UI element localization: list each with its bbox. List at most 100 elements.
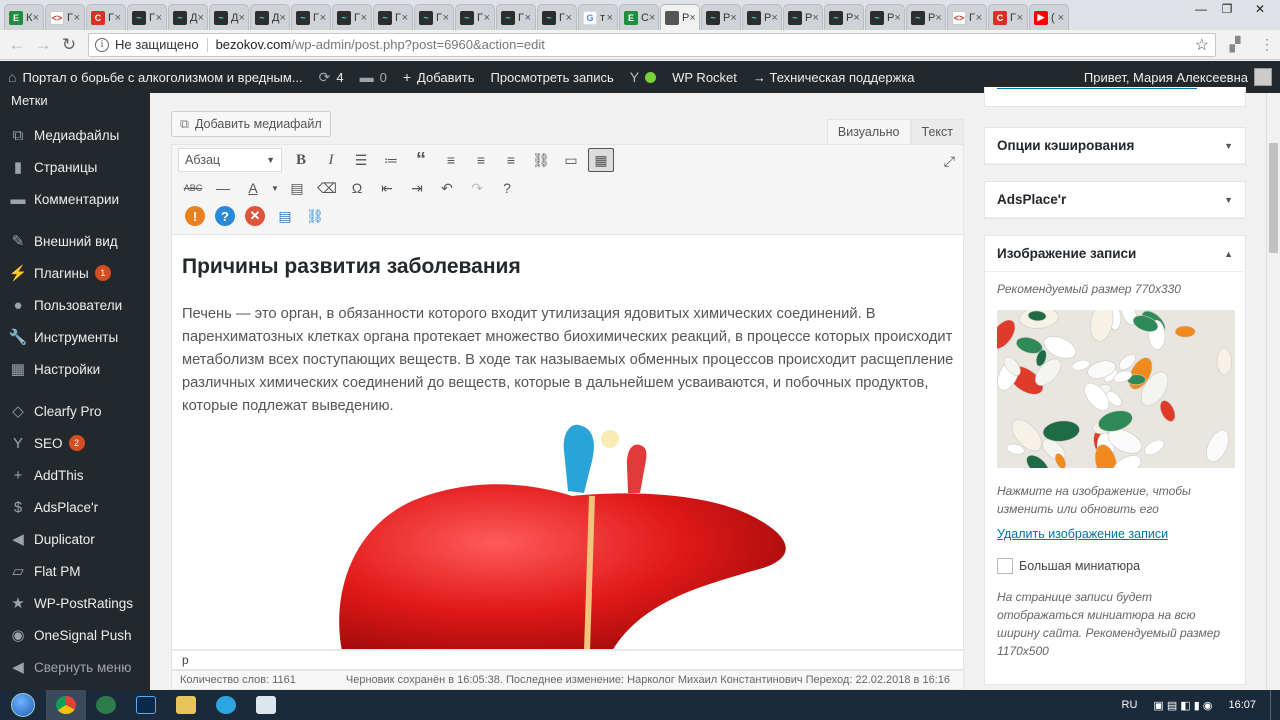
tab-close-icon[interactable]: × [402,12,408,24]
menu-item-plugins[interactable]: ⚡ Плагины 1 [0,257,150,289]
toolbar-toggle-icon[interactable]: ▦ [588,148,614,172]
menu-item-settings[interactable]: ▦ Настройки [0,353,150,385]
minimize-icon[interactable]: — [1188,0,1214,18]
taskbar-telegram[interactable] [206,690,246,720]
menu-item-clearfy[interactable]: ◇ Clearfy Pro [0,395,150,427]
browser-tab[interactable]: ~ Г × [414,4,454,30]
numbered-list-icon[interactable]: ≔ [376,148,406,172]
bookmark-star-icon[interactable]: ☆ [1195,35,1209,55]
start-button[interactable] [0,693,46,717]
scrollbar-thumb[interactable] [1269,143,1278,253]
tab-close-icon[interactable]: × [566,12,572,24]
text-color-dropdown-icon[interactable]: ▼ [268,176,282,200]
extension-icon[interactable]: ▞ [1222,36,1248,53]
tab-close-icon[interactable]: × [935,12,941,24]
tab-close-icon[interactable]: × [238,12,244,24]
indent-icon[interactable]: ⇥ [402,176,432,200]
menu-item-onesignal[interactable]: ◉ OneSignal Push [0,619,150,651]
support-link[interactable]: → Техническая поддержка [745,61,923,93]
tab-close-icon[interactable]: × [607,12,613,24]
browser-tab[interactable]: ~ Г × [373,4,413,30]
align-right-icon[interactable]: ≡ [496,148,526,172]
tab-close-icon[interactable]: × [320,12,326,24]
question-icon[interactable]: ? [215,206,235,226]
tab-close-icon[interactable]: × [361,12,367,24]
taskbar-explorer[interactable] [166,690,206,720]
browser-tab[interactable]: ~ Г × [496,4,536,30]
outdent-icon[interactable]: ⇤ [372,176,402,200]
menu-item-flatpm[interactable]: ▱ Flat PM [0,555,150,587]
view-post-link[interactable]: Просмотреть запись [482,61,621,93]
tab-close-icon[interactable]: × [689,12,695,24]
editor-content[interactable]: Причины развития заболевания Печень — эт… [171,234,964,650]
align-left-icon[interactable]: ≡ [436,148,466,172]
comments-link[interactable]: ▬ 0 [352,61,395,93]
browser-tab[interactable]: C Г × [988,4,1028,30]
browser-menu-icon[interactable]: ⋮ [1254,36,1280,53]
tab-close-icon[interactable]: × [649,12,655,24]
reload-icon[interactable]: ↻ [56,32,82,58]
warning-icon[interactable]: ! [185,206,205,226]
browser-tab[interactable]: ~ Р × [701,4,741,30]
help-icon[interactable]: ? [492,176,522,200]
browser-tab[interactable]: ~ Р × [824,4,864,30]
format-select[interactable]: Абзац ▼ [178,148,282,172]
browser-tab[interactable]: E К × [4,4,44,30]
bold-button[interactable]: B [286,148,316,172]
tab-close-icon[interactable]: × [771,12,777,24]
chain-link-icon[interactable]: ⛓ [300,204,330,228]
strikethrough-icon[interactable]: ABC [178,176,208,200]
browser-tab[interactable]: ~ Д × [209,4,249,30]
tab-close-icon[interactable]: × [33,12,39,24]
paste-text-icon[interactable]: ▤ [282,176,312,200]
taskbar-photoshop[interactable] [126,690,166,720]
redo-icon[interactable]: ↷ [462,176,492,200]
link-icon[interactable]: ⛓ [526,148,556,172]
show-desktop-button[interactable] [1270,690,1280,720]
tab-close-icon[interactable]: × [1058,12,1064,24]
menu-item-duplicator[interactable]: ◀ Duplicator [0,523,150,555]
back-icon[interactable]: ← [4,32,30,58]
browser-tab[interactable]: ~ Р × [783,4,823,30]
tab-close-icon[interactable]: × [115,12,121,24]
fullscreen-icon[interactable]: ⤢ [944,153,955,170]
browser-tab[interactable]: ~ Р × [742,4,782,30]
tray-icons[interactable]: ▣ ▤ ◧ ▮ ◉ [1153,699,1212,712]
cache-options-header[interactable]: Опции кэширования ▼ [985,128,1245,164]
menu-item-tags[interactable]: Метки [0,93,150,111]
tab-close-icon[interactable]: × [1017,12,1023,24]
bullet-list-icon[interactable]: ☰ [346,148,376,172]
browser-tab[interactable]: ~ Г × [332,4,372,30]
tab-close-icon[interactable]: × [197,12,203,24]
menu-item-seo[interactable]: Y SEO 2 [0,427,150,459]
menu-item-collapse[interactable]: ◀ Свернуть меню [0,651,150,683]
tab-close-icon[interactable]: × [730,12,736,24]
site-name-link[interactable]: ⌂ Портал о борьбе с алкоголизмом и вредны… [0,61,311,93]
previous-box-link[interactable] [997,85,1197,89]
page-scrollbar[interactable] [1266,93,1280,690]
browser-tab[interactable]: ~ Р × [865,4,905,30]
tab-close-icon[interactable]: × [279,12,285,24]
undo-icon[interactable]: ↶ [432,176,462,200]
tab-close-icon[interactable]: × [525,12,531,24]
tab-close-icon[interactable]: × [443,12,449,24]
expand-arrow-icon[interactable]: ▼ [1224,195,1233,205]
forward-icon[interactable]: → [30,32,56,58]
menu-item-appearance[interactable]: ✎ Внешний вид [0,225,150,257]
browser-tab[interactable]: ▶(× [1029,4,1069,30]
browser-tab[interactable]: Gт × [578,4,618,30]
italic-button[interactable]: I [316,148,346,172]
tab-close-icon[interactable]: × [812,12,818,24]
menu-item-addthis[interactable]: + AddThis [0,459,150,491]
featured-image[interactable] [997,310,1235,468]
browser-tab[interactable]: Р × [660,4,700,30]
blockquote-icon[interactable]: “ [406,148,436,172]
updates-link[interactable]: ⟳ 4 [311,61,352,93]
menu-item-tools[interactable]: 🔧 Инструменты [0,321,150,353]
horizontal-line-icon[interactable]: — [208,176,238,200]
menu-item-adsplacer[interactable]: $ AdsPlace'r [0,491,150,523]
special-char-icon[interactable]: Ω [342,176,372,200]
clear-format-icon[interactable]: ⌫ [312,176,342,200]
browser-tab[interactable]: <> Г × [947,4,987,30]
browser-tab[interactable]: ~ Г × [127,4,167,30]
